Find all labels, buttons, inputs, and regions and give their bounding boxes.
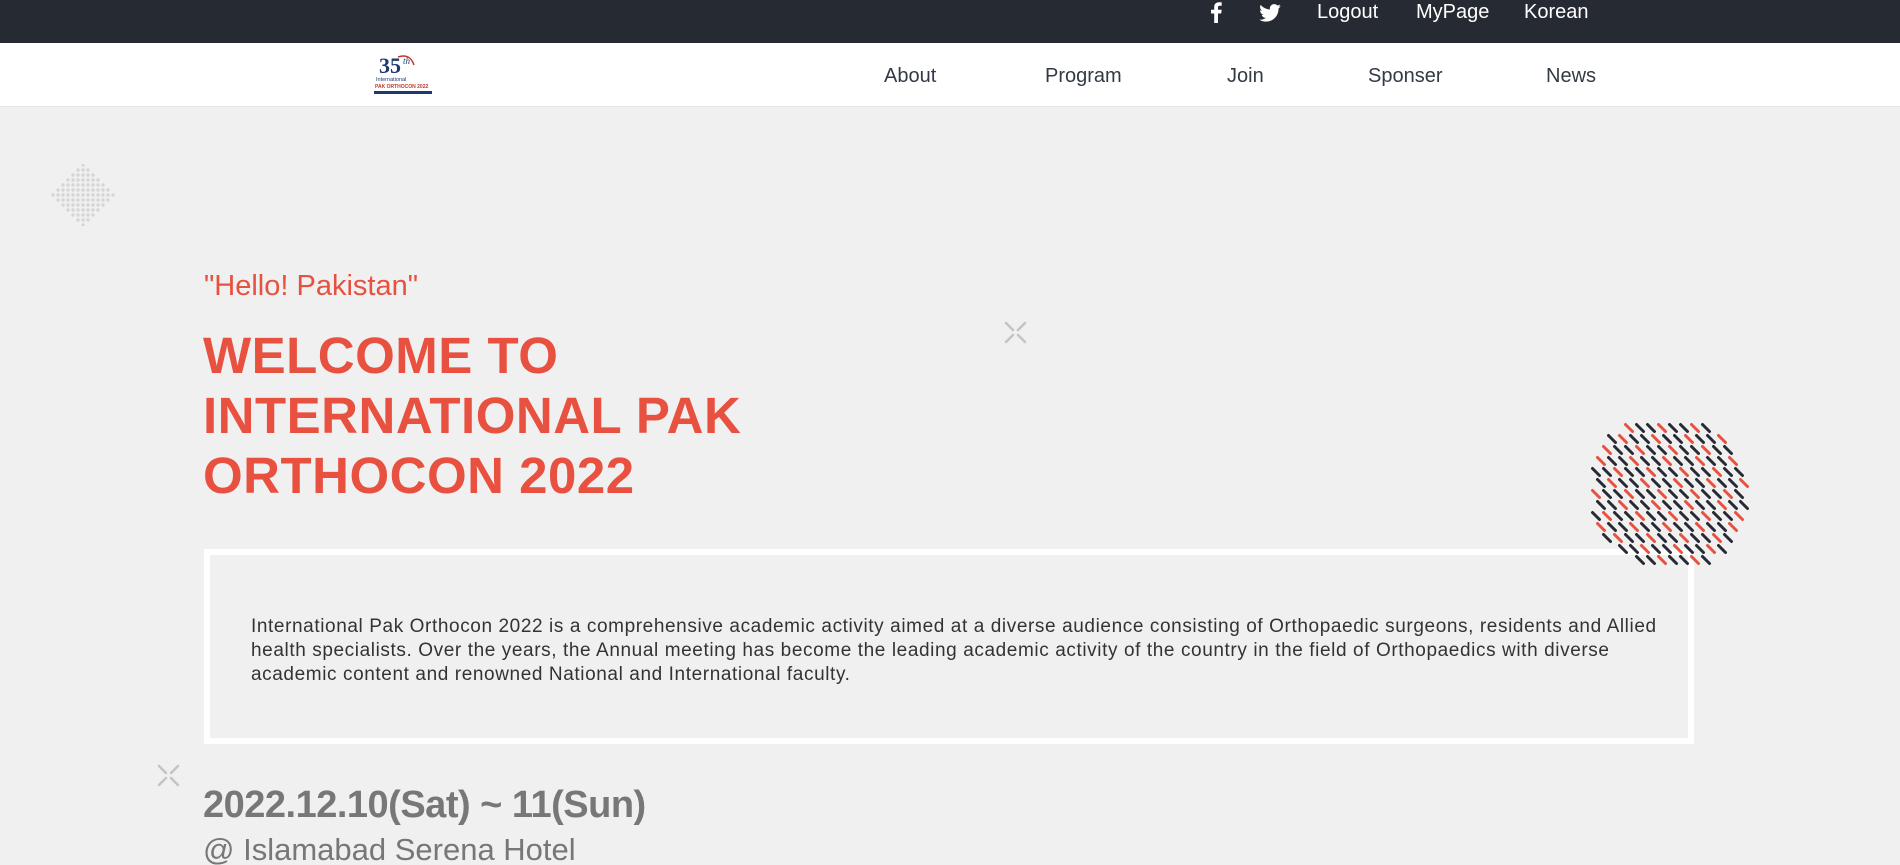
logo-line1: International [376,77,406,83]
nav-item-join[interactable]: Join [1227,65,1264,88]
logout-link[interactable]: Logout [1317,0,1378,25]
twitter-icon[interactable] [1257,0,1283,25]
top-utility-bar: Logout MyPage Korean [0,0,1900,43]
cross-decoration-icon [1004,321,1027,344]
language-switch-link[interactable]: Korean [1524,0,1589,25]
event-venue: @ Islamabad Serena Hotel [203,832,576,865]
intro-box: International Pak Orthocon 2022 is a com… [204,549,1694,744]
event-date: 2022.12.10(Sat) ~ 11(Sun) [203,784,646,826]
cross-decoration-icon [157,764,180,787]
logo-badge-number: 35 [379,53,401,78]
hero-subtitle: "Hello! Pakistan" [204,270,419,302]
intro-description: International Pak Orthocon 2022 is a com… [251,616,1657,685]
facebook-icon[interactable] [1206,0,1226,25]
nav-item-program[interactable]: Program [1045,65,1122,88]
mypage-link[interactable]: MyPage [1416,0,1489,25]
nav-item-about[interactable]: About [884,65,936,88]
nav-item-sponser[interactable]: Sponser [1368,65,1443,88]
site-logo[interactable]: 35 th International PAK ORTHOCON 2022 [370,51,434,97]
hero-headline: WELCOME TO INTERNATIONAL PAK ORTHOCON 20… [203,327,742,504]
logo-line2: PAK ORTHOCON 2022 [375,84,428,90]
dash-pattern-circle-decoration [1591,423,1749,565]
main-navbar: 35 th International PAK ORTHOCON 2022 Ab… [0,43,1900,107]
nav-item-news[interactable]: News [1546,65,1596,88]
dot-diamond-decoration [51,164,115,226]
